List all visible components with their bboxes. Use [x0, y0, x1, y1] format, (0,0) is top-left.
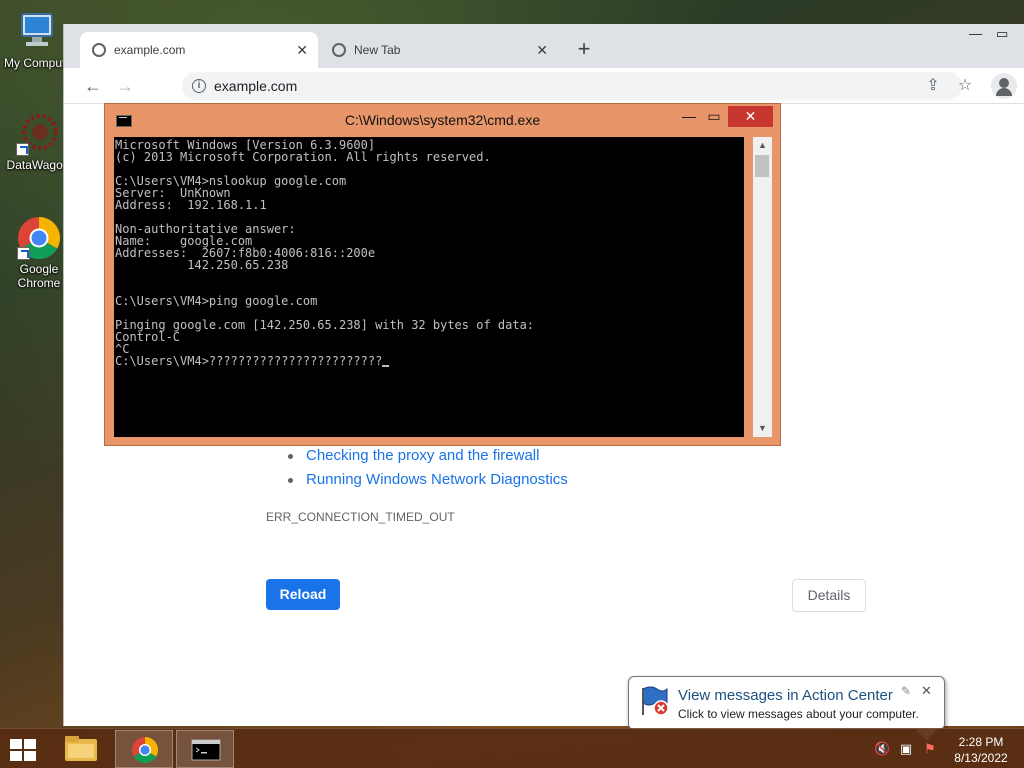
- details-button[interactable]: Details: [792, 579, 866, 612]
- info-icon[interactable]: i: [192, 79, 206, 93]
- reload-button[interactable]: Reload: [266, 579, 340, 610]
- taskbar: 🔇 ▣ ⚑ 2:28 PM 8/13/2022: [0, 728, 1024, 768]
- minimize-icon[interactable]: —: [676, 108, 702, 124]
- url-text: example.com: [214, 78, 298, 94]
- notification-title[interactable]: View messages in Action Center: [678, 687, 893, 704]
- browser-toolbar: ← → i example.com ⇪ ☆: [64, 68, 1024, 104]
- cmd-window: C:\Windows\system32\cmd.exe — ▭ ✕ Micros…: [104, 103, 781, 446]
- back-icon[interactable]: ←: [81, 74, 105, 98]
- cmd-line: 142.250.65.238: [115, 258, 289, 272]
- star-icon[interactable]: ☆: [953, 74, 977, 98]
- maximize-icon[interactable]: ▭: [701, 108, 727, 125]
- cmd-console[interactable]: Microsoft Windows [Version 6.3.9600] (c) …: [114, 137, 744, 437]
- volume-muted-icon[interactable]: 🔇: [874, 741, 890, 757]
- windows-start-icon[interactable]: [10, 739, 38, 761]
- action-center-flag-tray-icon[interactable]: ⚑: [922, 741, 938, 757]
- taskbar-cmd[interactable]: [176, 730, 234, 768]
- close-icon[interactable]: ✕: [728, 106, 773, 127]
- action-center-notification[interactable]: View messages in Action Center Click to …: [628, 676, 945, 730]
- maximize-icon[interactable]: ▭: [996, 26, 1008, 42]
- tab-example-com[interactable]: example.com ✕: [80, 32, 318, 68]
- globe-icon: [92, 43, 106, 57]
- cmd-line: Control-C: [115, 330, 181, 344]
- forward-icon[interactable]: →: [113, 74, 137, 98]
- chrome-icon: [17, 216, 61, 260]
- network-icon[interactable]: ▣: [898, 741, 914, 757]
- scroll-up-icon[interactable]: ▲: [753, 137, 772, 154]
- share-icon[interactable]: ⇪: [921, 74, 945, 98]
- shortcut-arrow-icon: [16, 143, 29, 156]
- cmd-titlebar[interactable]: C:\Windows\system32\cmd.exe — ▭ ✕: [105, 104, 780, 136]
- cmd-line: [115, 271, 744, 283]
- scroll-thumb[interactable]: [755, 155, 769, 177]
- clock-date: 8/13/2022: [954, 751, 1008, 765]
- taskbar-chrome[interactable]: [115, 730, 173, 768]
- tab-strip: example.com ✕ New Tab ✕ + — ▭: [64, 24, 1024, 68]
- minimize-icon[interactable]: —: [969, 26, 982, 41]
- suggestion-proxy-firewall[interactable]: Checking the proxy and the firewall: [288, 444, 568, 468]
- tab-title: New Tab: [354, 43, 401, 57]
- text-cursor: [382, 365, 390, 367]
- suggestion-list: Checking the proxy and the firewall Runn…: [288, 444, 568, 492]
- tab-new-tab[interactable]: New Tab ✕: [320, 32, 558, 68]
- chrome-icon: [132, 736, 159, 764]
- cmd-icon: [191, 739, 221, 761]
- computer-icon: [16, 10, 60, 54]
- cmd-line: Pinging google.com [142.250.65.238] with…: [115, 318, 535, 332]
- folder-icon: [65, 736, 97, 761]
- close-icon[interactable]: ✕: [921, 683, 932, 699]
- new-tab-button[interactable]: +: [570, 36, 598, 64]
- cmd-line: C:\Users\VM4>ping google.com: [115, 294, 318, 308]
- error-code: ERR_CONNECTION_TIMED_OUT: [266, 510, 455, 524]
- action-center-flag-icon: [639, 685, 671, 717]
- notification-subtitle: Click to view messages about your comput…: [678, 707, 919, 721]
- shortcut-arrow-icon: [17, 247, 30, 260]
- tab-title: example.com: [114, 43, 186, 57]
- cmd-line: (c) 2013 Microsoft Corporation. All righ…: [115, 150, 491, 164]
- clock[interactable]: 2:28 PM 8/13/2022: [946, 734, 1016, 766]
- chrome-tab-icon: [332, 43, 346, 57]
- profile-icon[interactable]: [991, 73, 1017, 99]
- datawagon-icon: [16, 112, 60, 156]
- scroll-down-icon[interactable]: ▼: [753, 420, 772, 437]
- close-tab-icon[interactable]: ✕: [536, 32, 548, 68]
- clock-time: 2:28 PM: [958, 735, 1004, 749]
- cmd-line: Address: 192.168.1.1: [115, 198, 267, 212]
- close-tab-icon[interactable]: ✕: [296, 32, 308, 68]
- suggestion-network-diagnostics[interactable]: Running Windows Network Diagnostics: [288, 468, 568, 492]
- cmd-line: C:\Users\VM4>????????????????????????: [115, 355, 744, 367]
- address-bar[interactable]: i example.com: [182, 72, 962, 100]
- pin-icon[interactable]: ✎: [901, 684, 911, 698]
- cmd-scrollbar[interactable]: ▲ ▼: [753, 137, 772, 437]
- taskbar-file-explorer[interactable]: [52, 730, 110, 768]
